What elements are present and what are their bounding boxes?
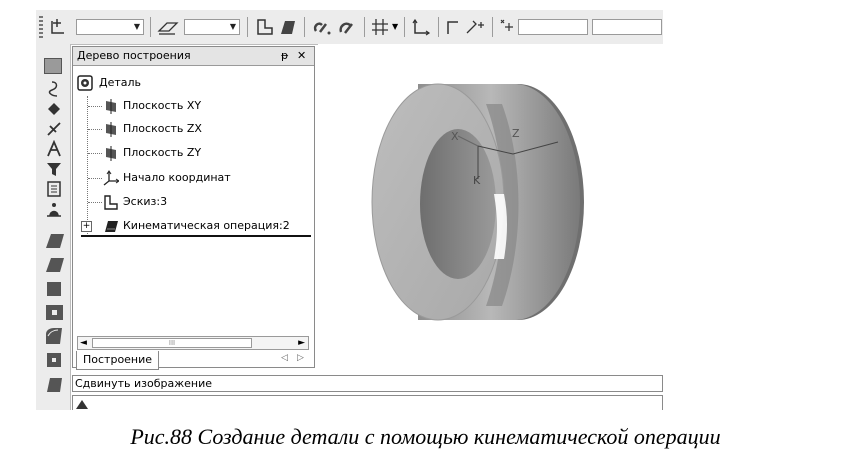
- array-icon[interactable]: [44, 374, 66, 394]
- build-tree: Деталь Плоскость XY Плоскость ZX Плоскос…: [73, 66, 314, 316]
- cad-window: ▼ ▼ ▼ Дерево построения ᵽ ✕ Деталь Плоск…: [36, 10, 663, 410]
- command-icon: [76, 400, 88, 409]
- local-cs-icon[interactable]: [410, 17, 432, 37]
- plane-icon: [106, 146, 116, 161]
- tab-prev-icon[interactable]: ◁: [281, 353, 288, 363]
- close-icon[interactable]: ✕: [297, 47, 306, 65]
- tree-panel-title: Дерево построения: [77, 49, 191, 62]
- top-toolbar: ▼ ▼ ▼: [36, 10, 663, 45]
- tab-build[interactable]: Построение: [76, 351, 160, 370]
- sketch-tool-icon[interactable]: [254, 17, 276, 37]
- filter-icon[interactable]: [44, 160, 64, 178]
- hole-icon[interactable]: [44, 302, 66, 322]
- tree-item-label: Кинематическая операция:2: [123, 219, 290, 232]
- panel-tabs: Построение ◁ ▷: [73, 351, 314, 370]
- snap-settings-icon[interactable]: [464, 17, 486, 37]
- status-text: Сдвинуть изображение: [75, 377, 213, 390]
- shell-icon[interactable]: [44, 350, 66, 370]
- edit-icon[interactable]: [44, 100, 64, 118]
- dimension-icon[interactable]: [44, 120, 64, 138]
- layer-icon[interactable]: [156, 17, 180, 37]
- tree-item-kinematic-operation[interactable]: + Кинематическая операция:2: [81, 217, 311, 237]
- fillet-icon[interactable]: [44, 326, 66, 346]
- part-icon: [77, 75, 93, 91]
- point-snap-icon[interactable]: [48, 17, 70, 37]
- command-line[interactable]: [72, 395, 663, 410]
- scroll-left-icon[interactable]: ◄: [80, 337, 87, 349]
- tree-horizontal-scrollbar[interactable]: ◄ III ►: [77, 336, 309, 350]
- origin-icon: [103, 170, 119, 186]
- designation-icon[interactable]: [44, 140, 64, 158]
- style-combo[interactable]: ▼: [76, 19, 144, 35]
- tree-item-label: Плоскость XY: [123, 99, 202, 112]
- axis-label-k: K: [473, 174, 481, 187]
- model-viewport[interactable]: X Z K: [318, 44, 663, 367]
- tree-item-label: Начало координат: [123, 171, 231, 184]
- extrude-icon[interactable]: [44, 230, 66, 250]
- grid-dropdown-icon[interactable]: ▼: [392, 17, 398, 37]
- solid-icon[interactable]: [278, 17, 298, 37]
- center-bore: [420, 129, 496, 279]
- axis-label-z: Z: [512, 127, 520, 140]
- kinematic-icon[interactable]: [44, 278, 66, 298]
- figure-caption: Рис.88 Создание детали с помощью кинемат…: [130, 424, 721, 449]
- ortho-icon[interactable]: [444, 17, 462, 37]
- tab-next-icon[interactable]: ▷: [297, 353, 304, 363]
- pulley-model: X Z K: [371, 83, 584, 321]
- plane-icon: [106, 99, 116, 114]
- tree-item-label: Плоскость ZX: [123, 122, 202, 135]
- status-bar: Сдвинуть изображение: [72, 375, 663, 392]
- specification-icon[interactable]: [44, 180, 64, 198]
- tree-item-label: Деталь: [99, 76, 142, 89]
- kinematic-operation-icon: [105, 221, 118, 232]
- layer-combo[interactable]: ▼: [184, 19, 240, 35]
- tree-item-label: Плоскость ZY: [123, 146, 202, 159]
- tree-item-label: Эскиз:3: [123, 195, 168, 208]
- scroll-right-icon[interactable]: ►: [298, 337, 305, 349]
- coordinate-field[interactable]: [518, 19, 588, 35]
- coordinate-field-2[interactable]: [592, 19, 662, 35]
- scroll-thumb-grip: III: [168, 339, 176, 347]
- geometry-icon[interactable]: [44, 80, 64, 98]
- expand-icon[interactable]: +: [81, 221, 92, 232]
- plane-icon: [106, 122, 116, 137]
- tree-panel-header: Дерево построения ᵽ ✕: [73, 47, 314, 66]
- coordinates-icon[interactable]: [498, 17, 516, 37]
- grid-icon[interactable]: [370, 17, 390, 37]
- parametric-icon[interactable]: [336, 17, 358, 37]
- tab-build-label: Построение: [83, 353, 153, 366]
- measure-icon[interactable]: [44, 200, 64, 218]
- axis-label-x: X: [451, 130, 459, 143]
- compact-panel-icon[interactable]: [44, 58, 62, 74]
- scroll-thumb[interactable]: III: [92, 338, 252, 348]
- constraint-icon[interactable]: [310, 17, 334, 37]
- left-toolbar: [36, 44, 71, 410]
- rotate-icon[interactable]: [44, 254, 66, 274]
- toolbar-grip[interactable]: [39, 16, 43, 38]
- tree-panel: Дерево построения ᵽ ✕ Деталь Плоскость X…: [72, 46, 315, 370]
- sketch-icon: [104, 195, 118, 210]
- pin-icon[interactable]: ᵽ: [281, 47, 288, 65]
